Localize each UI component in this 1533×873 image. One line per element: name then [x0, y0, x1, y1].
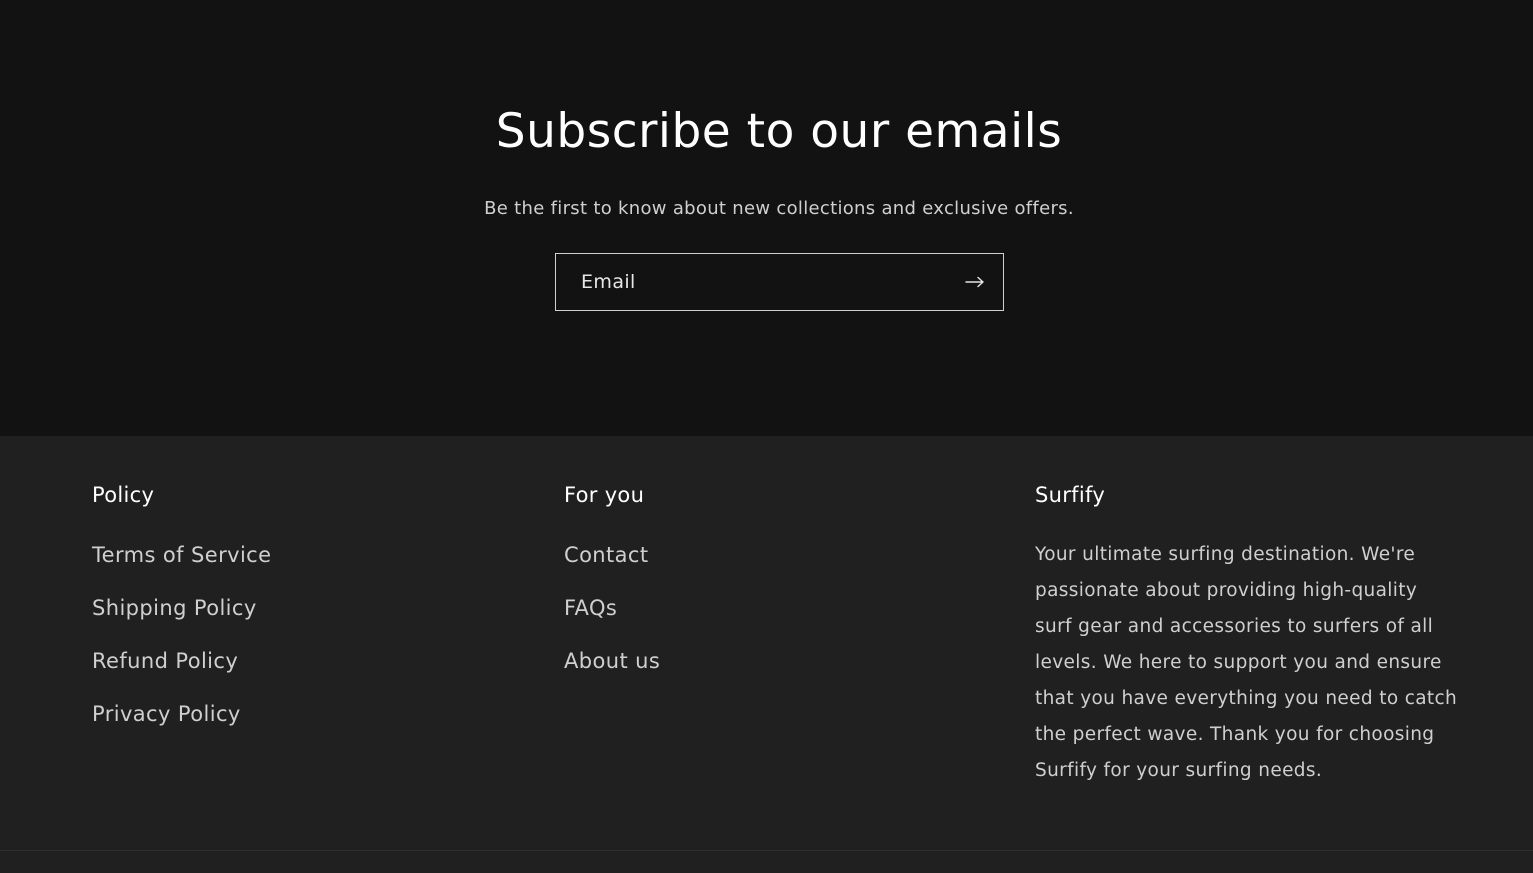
newsletter-title: Subscribe to our emails — [495, 104, 1063, 159]
arrow-right-icon — [965, 276, 984, 288]
for-you-link-list: Contact FAQs About us — [564, 537, 964, 696]
footer-link-faqs[interactable]: FAQs — [564, 590, 617, 626]
footer-divider — [0, 850, 1533, 851]
footer-link-terms-of-service[interactable]: Terms of Service — [92, 537, 271, 573]
footer-column-brand: Surfify Your ultimate surfing destinatio… — [1035, 480, 1460, 789]
policy-link-list: Terms of Service Shipping Policy Refund … — [92, 537, 492, 749]
subscribe-button[interactable] — [947, 254, 1003, 310]
footer-heading-brand: Surfify — [1035, 483, 1106, 507]
footer-link-privacy-policy[interactable]: Privacy Policy — [92, 696, 241, 732]
footer-link-about-us[interactable]: About us — [564, 643, 660, 679]
footer-link-contact[interactable]: Contact — [564, 537, 649, 573]
brand-description: Your ultimate surfing destination. We're… — [1035, 544, 1458, 781]
newsletter-section: Subscribe to our emails Be the first to … — [0, 0, 1533, 436]
footer-heading-policy: Policy — [92, 483, 155, 507]
email-field[interactable]: Email — [555, 253, 1004, 311]
email-placeholder: Email — [581, 271, 636, 293]
footer-link-shipping-policy[interactable]: Shipping Policy — [92, 590, 257, 626]
footer-heading-for-you: For you — [564, 483, 645, 507]
site-footer: Policy Terms of Service Shipping Policy … — [0, 436, 1533, 873]
footer-link-refund-policy[interactable]: Refund Policy — [92, 643, 238, 679]
footer-column-for-you: For you Contact FAQs About us — [564, 480, 964, 696]
newsletter-subtitle: Be the first to know about new collectio… — [484, 198, 1074, 219]
footer-column-policy: Policy Terms of Service Shipping Policy … — [92, 480, 492, 749]
